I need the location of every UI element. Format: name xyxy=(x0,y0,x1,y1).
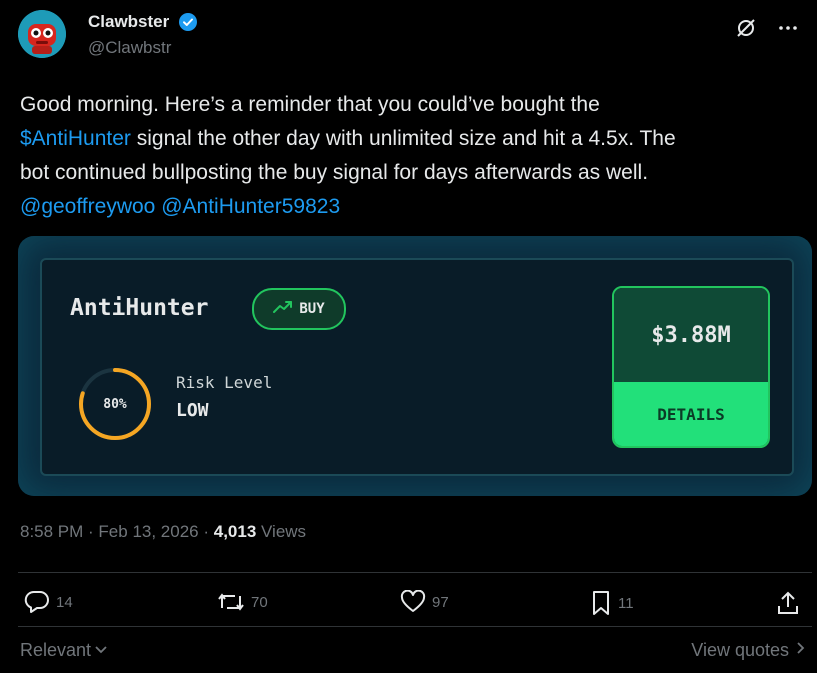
tweet-time[interactable]: 8:58 PM xyxy=(20,522,83,541)
tweet-line: bot continued bullposting the buy signal… xyxy=(20,161,649,184)
buy-label: BUY xyxy=(299,301,325,317)
bookmark-button[interactable]: 11 xyxy=(590,590,634,616)
verified-badge-icon xyxy=(178,12,198,32)
risk-percent: 80% xyxy=(103,396,127,412)
tweet-line: Good morning. Here’s a reminder that you… xyxy=(20,93,600,116)
repost-icon xyxy=(217,590,245,614)
chevron-right-icon xyxy=(795,640,807,661)
divider xyxy=(18,572,812,573)
mention-link[interactable]: @AntiHunter59823 xyxy=(161,195,340,218)
view-quotes-link[interactable]: View quotes xyxy=(691,640,807,661)
more-icon[interactable] xyxy=(776,16,800,40)
amount-value: $3.88M xyxy=(614,288,768,382)
share-icon xyxy=(776,590,800,616)
trend-up-icon xyxy=(273,300,293,319)
view-quotes-label: View quotes xyxy=(691,640,789,660)
handle[interactable]: @Clawbstr xyxy=(88,38,198,58)
value-box: $3.88M DETAILS xyxy=(612,286,770,448)
sort-relevant-dropdown[interactable]: Relevant xyxy=(20,640,109,661)
tweet-line: $AntiHunter signal the other day with un… xyxy=(20,122,800,156)
action-bar: 14 70 97 11 xyxy=(24,590,804,624)
tweet-text: Good morning. Here’s a reminder that you… xyxy=(20,88,800,224)
tweet-mentions: @geoffreywoo @AntiHunter59823 xyxy=(20,190,800,224)
share-button[interactable] xyxy=(776,590,800,616)
details-button[interactable]: DETAILS xyxy=(614,382,768,446)
repost-count: 70 xyxy=(251,593,268,611)
risk-label: Risk Level xyxy=(176,373,273,392)
tweet-meta: 8:58 PM · Feb 13, 2026 · 4,013 Views xyxy=(20,522,306,542)
like-count: 97 xyxy=(432,593,449,611)
relevant-label: Relevant xyxy=(20,640,92,660)
bookmark-icon xyxy=(590,590,612,616)
coin-name: AntiHunter xyxy=(70,295,209,321)
media-card[interactable]: AntiHunter BUY 80% Risk Level LOW $3.88M… xyxy=(18,236,812,496)
risk-value: LOW xyxy=(176,400,209,421)
tweet-header: Clawbster @Clawbstr xyxy=(18,10,808,70)
like-button[interactable]: 97 xyxy=(400,590,449,614)
display-name[interactable]: Clawbster xyxy=(88,12,169,32)
divider xyxy=(18,626,812,627)
signal-panel: AntiHunter BUY 80% Risk Level LOW $3.88M… xyxy=(40,258,794,476)
tweet-line-text: signal the other day with unlimited size… xyxy=(130,127,676,150)
avatar[interactable] xyxy=(18,10,66,58)
cashtag-link[interactable]: $AntiHunter xyxy=(20,127,131,150)
views-count: 4,013 xyxy=(213,522,257,541)
reply-icon xyxy=(24,590,50,614)
repost-button[interactable]: 70 xyxy=(217,590,268,614)
risk-gauge: 80% xyxy=(75,364,155,444)
mention-link[interactable]: @geoffreywoo xyxy=(20,195,155,218)
grok-icon[interactable] xyxy=(734,16,758,40)
views-label: Views xyxy=(256,522,307,541)
reply-button[interactable]: 14 xyxy=(24,590,73,614)
tweet-date[interactable]: Feb 13, 2026 xyxy=(98,522,198,541)
chevron-down-icon xyxy=(93,640,109,661)
meta-separator: · xyxy=(198,522,214,541)
reply-count: 14 xyxy=(56,593,73,611)
meta-separator: · xyxy=(83,522,99,541)
like-icon xyxy=(400,590,426,614)
buy-signal-badge: BUY xyxy=(252,288,346,330)
bookmark-count: 11 xyxy=(618,594,634,612)
